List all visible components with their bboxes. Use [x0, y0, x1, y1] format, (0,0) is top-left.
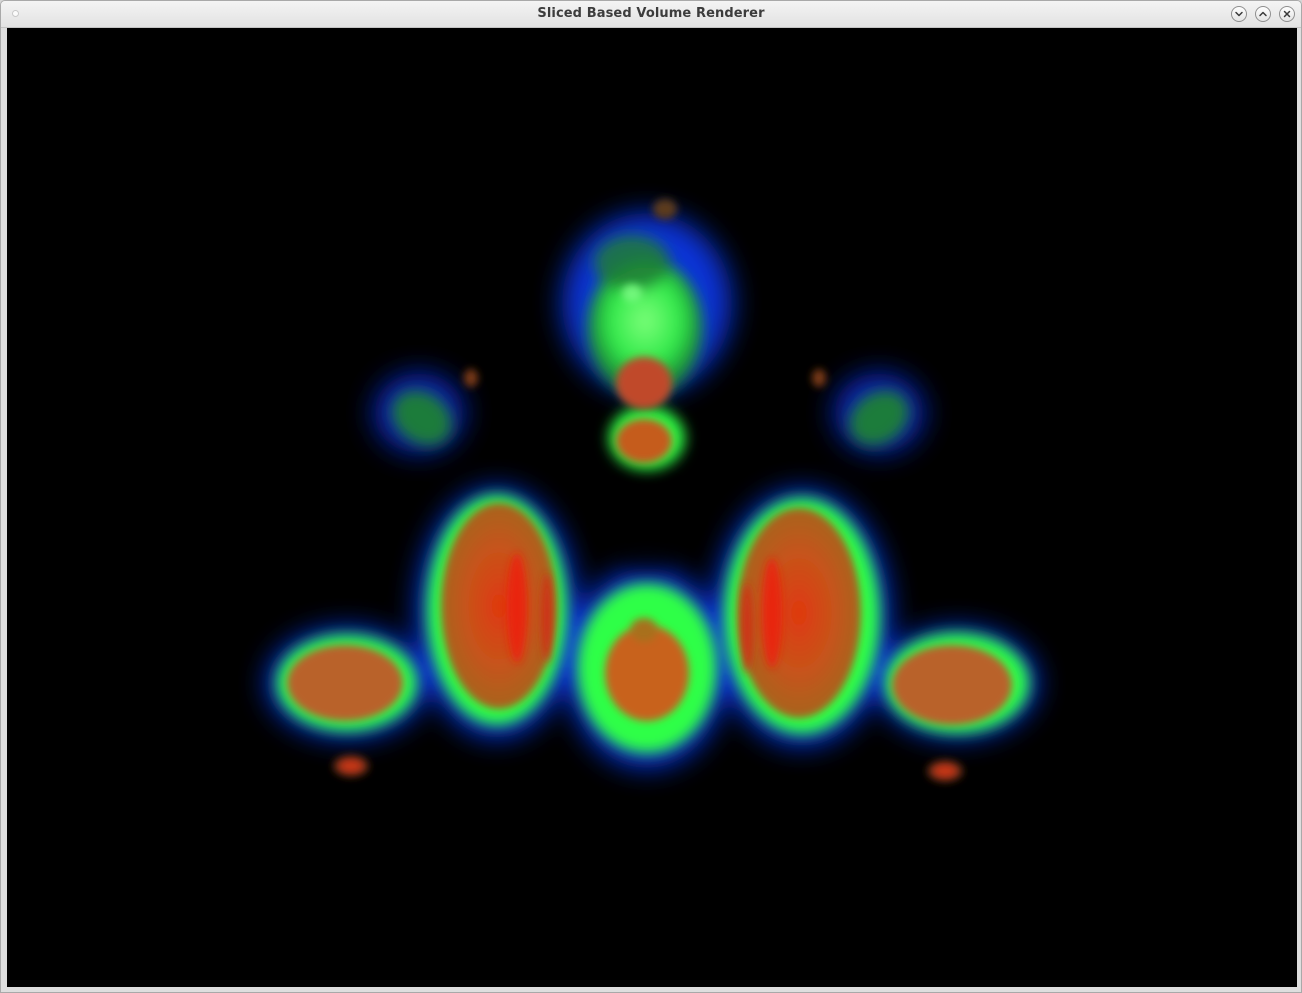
- volume-render: [267, 199, 1037, 782]
- maximize-button[interactable]: [1255, 6, 1271, 22]
- window-title: Sliced Based Volume Renderer: [537, 6, 765, 21]
- render-viewport[interactable]: [7, 28, 1297, 987]
- chevron-down-icon: [1235, 11, 1243, 17]
- minimize-button[interactable]: [1231, 6, 1247, 22]
- gap-layer: [607, 488, 687, 568]
- app-window: Sliced Based Volume Renderer: [0, 0, 1302, 993]
- close-button[interactable]: [1279, 6, 1295, 22]
- chevron-up-icon: [1259, 11, 1267, 17]
- close-icon: [1283, 10, 1291, 18]
- title-bar[interactable]: Sliced Based Volume Renderer: [1, 1, 1301, 28]
